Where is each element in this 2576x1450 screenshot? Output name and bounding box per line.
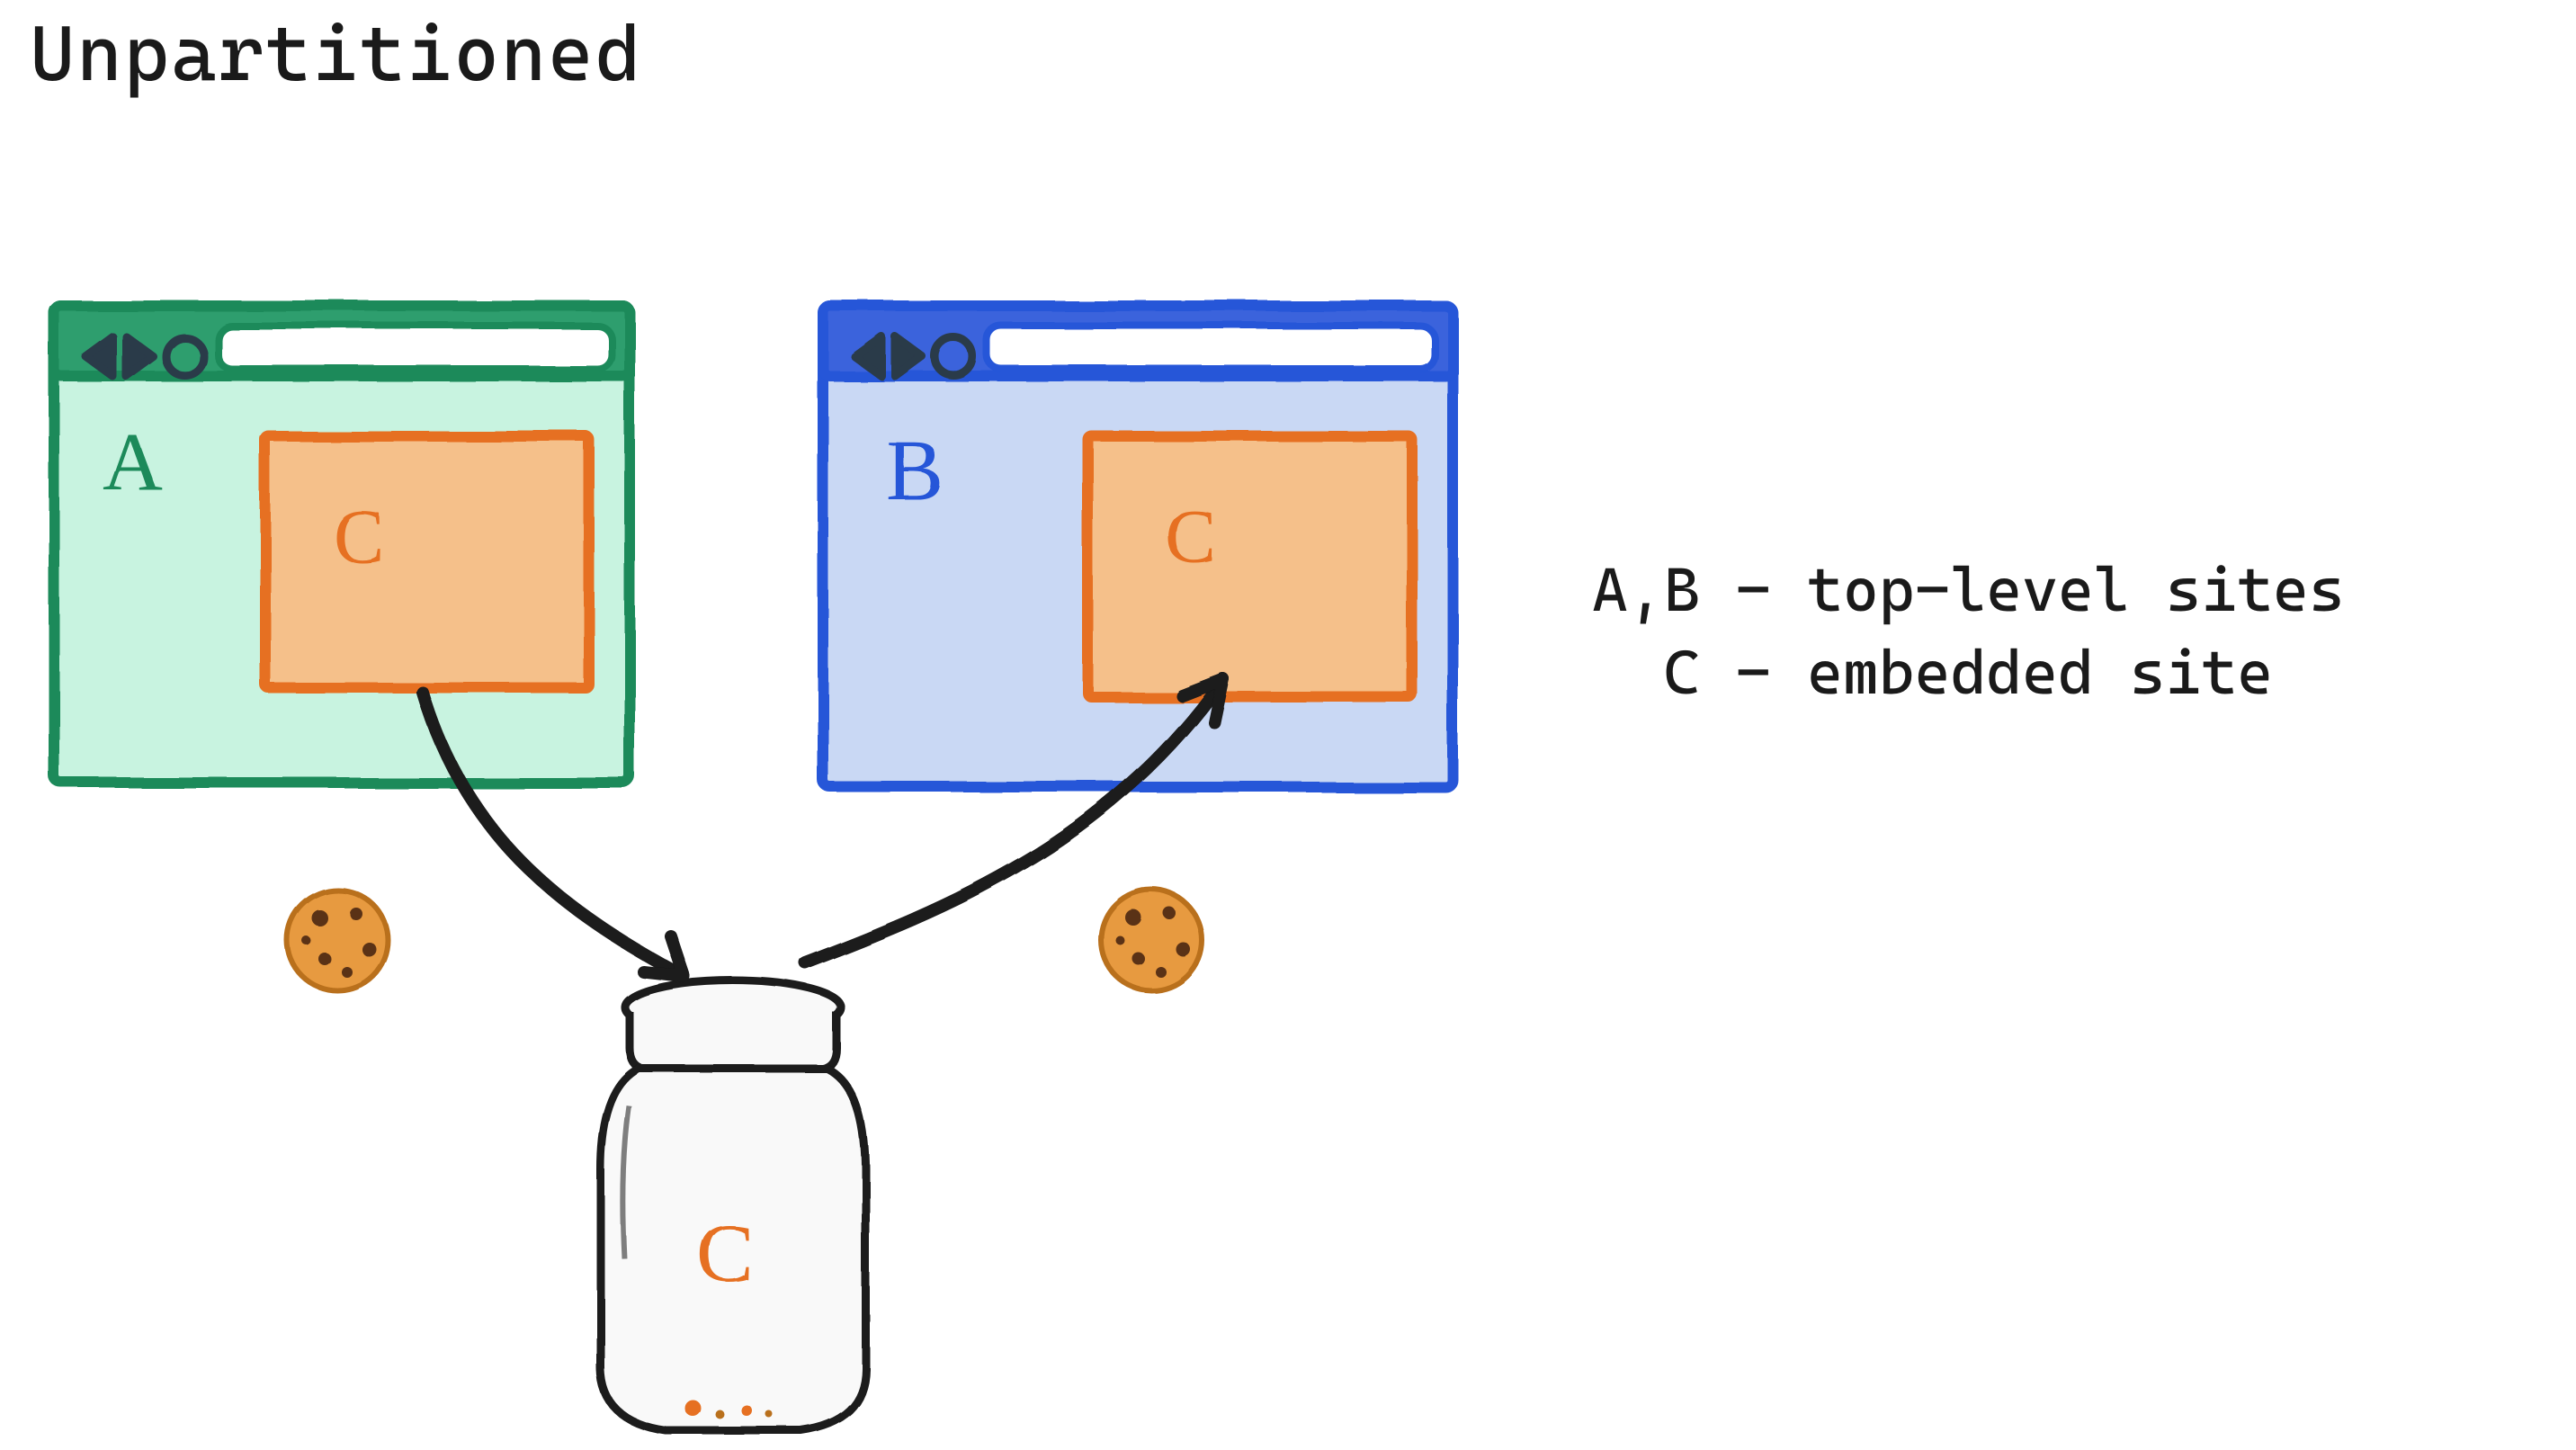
- jar-label: C: [697, 1207, 754, 1301]
- cookie-jar-icon: C: [601, 980, 865, 1430]
- legend: A,B - top-level sites C - embedded site: [1592, 549, 2345, 714]
- legend-line-2: C - embedded site: [1592, 637, 2273, 708]
- browser-a-embed-label: C: [333, 493, 384, 579]
- browser-a-label: A: [103, 416, 163, 508]
- cookie-left-icon: [287, 890, 388, 990]
- browser-a-url-bar: [218, 326, 612, 369]
- browser-b-embed-c: C: [1088, 436, 1412, 697]
- browser-b-url-bar: [987, 326, 1435, 369]
- browser-window-b: B C: [823, 306, 1453, 787]
- legend-line-1: A,B - top-level sites: [1592, 554, 2345, 625]
- browser-a-embed-c: C: [265, 436, 589, 688]
- cookie-right-icon: [1101, 890, 1202, 990]
- browser-b-embed-label: C: [1165, 493, 1216, 579]
- browser-window-a: A C: [54, 306, 630, 783]
- diagram-canvas: A C B C: [0, 0, 2576, 1450]
- browser-b-label: B: [886, 422, 944, 518]
